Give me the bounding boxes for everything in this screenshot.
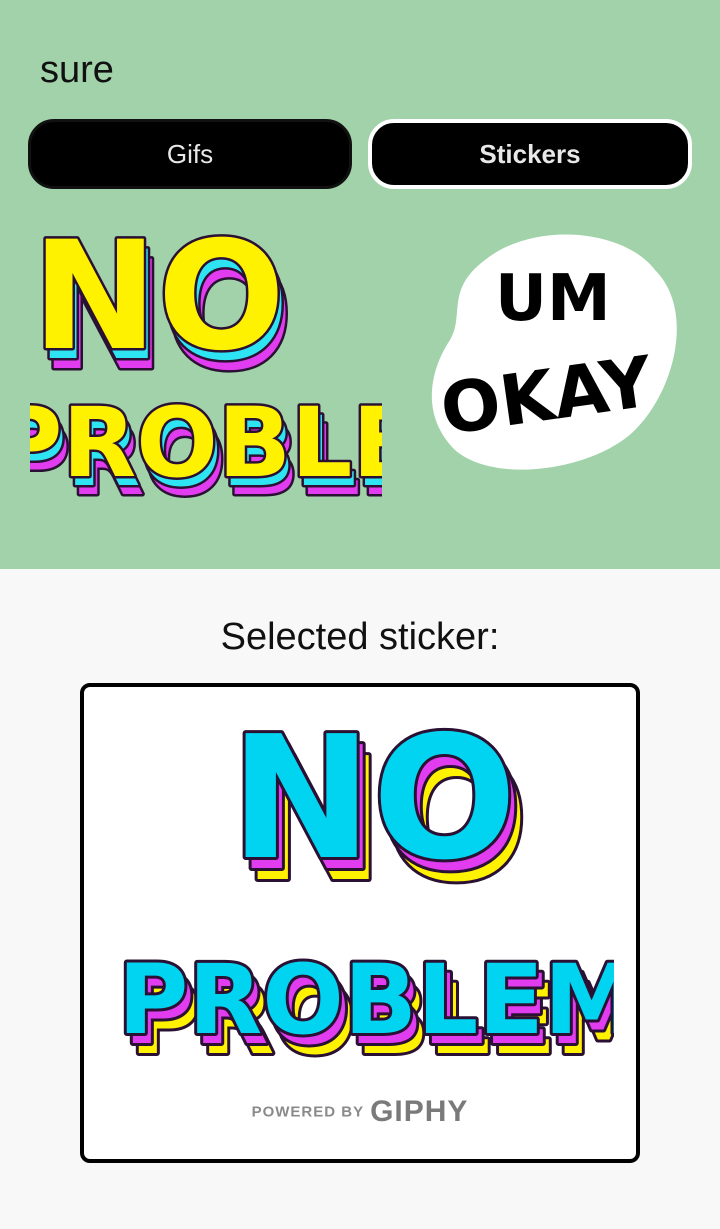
selected-sticker-label: Selected sticker:	[220, 616, 500, 658]
tab-stickers[interactable]: Stickers	[368, 119, 692, 189]
powered-by-text: POWERED BY	[251, 1103, 365, 1121]
giphy-picker-panel: sure Gifs Stickers NO NO NO PROBLEM PROB…	[0, 0, 720, 569]
search-query[interactable]: sure	[40, 46, 114, 94]
sticker-text-main: NO	[230, 727, 517, 898]
sticker-text-main: PROBLEM	[30, 387, 382, 499]
sticker-result-no-problem[interactable]: NO NO NO PROBLEM PROBLEM PROBLEM	[30, 206, 382, 507]
sticker-result-um-okay[interactable]: UM OKAY	[425, 220, 685, 480]
sticker-text-main: PROBLEM	[118, 944, 614, 1056]
powered-by-giphy: POWERED BY GIPHY	[84, 1095, 636, 1129]
tab-gifs[interactable]: Gifs	[28, 119, 352, 189]
sticker-text-line-1: UM	[495, 262, 611, 336]
selected-sticker-preview: NO NO NO PROBLEM PROBLEM PROBLEM POWERED…	[80, 683, 640, 1163]
sticker-text-main: NO	[32, 210, 285, 384]
selected-sticker-image: NO NO NO PROBLEM PROBLEM PROBLEM	[115, 727, 614, 1067]
giphy-logo: GIPHY	[370, 1095, 469, 1128]
